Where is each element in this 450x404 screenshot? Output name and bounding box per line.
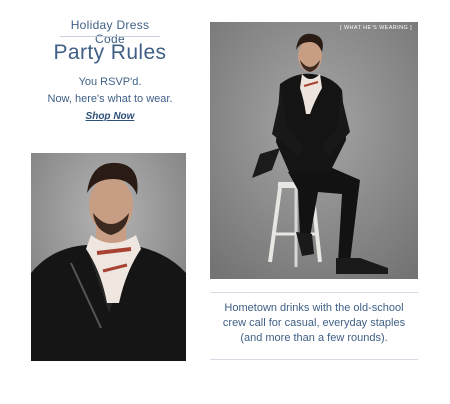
page-title: Party Rules	[53, 41, 167, 64]
caption-line-1: Hometown drinks with the old-school	[224, 302, 404, 314]
caption-top-divider	[210, 292, 418, 293]
caption-text: Hometown drinks with the old-school crew…	[210, 301, 418, 346]
what-hes-wearing-tag[interactable]: [ WHAT HE'S WEARING ]	[340, 25, 412, 31]
shop-now-link[interactable]: Shop Now	[70, 111, 150, 122]
photo-closeup-art	[31, 153, 186, 361]
caption-line-3: (and more than a few rounds).	[240, 332, 388, 344]
kicker-divider	[60, 36, 160, 37]
subtitle-line-2: Now, here's what to wear.	[47, 93, 173, 105]
caption-bottom-divider	[210, 359, 418, 360]
caption-line-2: crew call for casual, everyday staples	[222, 317, 406, 329]
photo-fullbody-art	[210, 22, 418, 279]
subtitle-line-1: You RSVP'd.	[78, 76, 142, 88]
product-photo-fullbody[interactable]: [ WHAT HE'S WEARING ]	[210, 22, 418, 279]
product-photo-closeup[interactable]	[31, 153, 186, 361]
